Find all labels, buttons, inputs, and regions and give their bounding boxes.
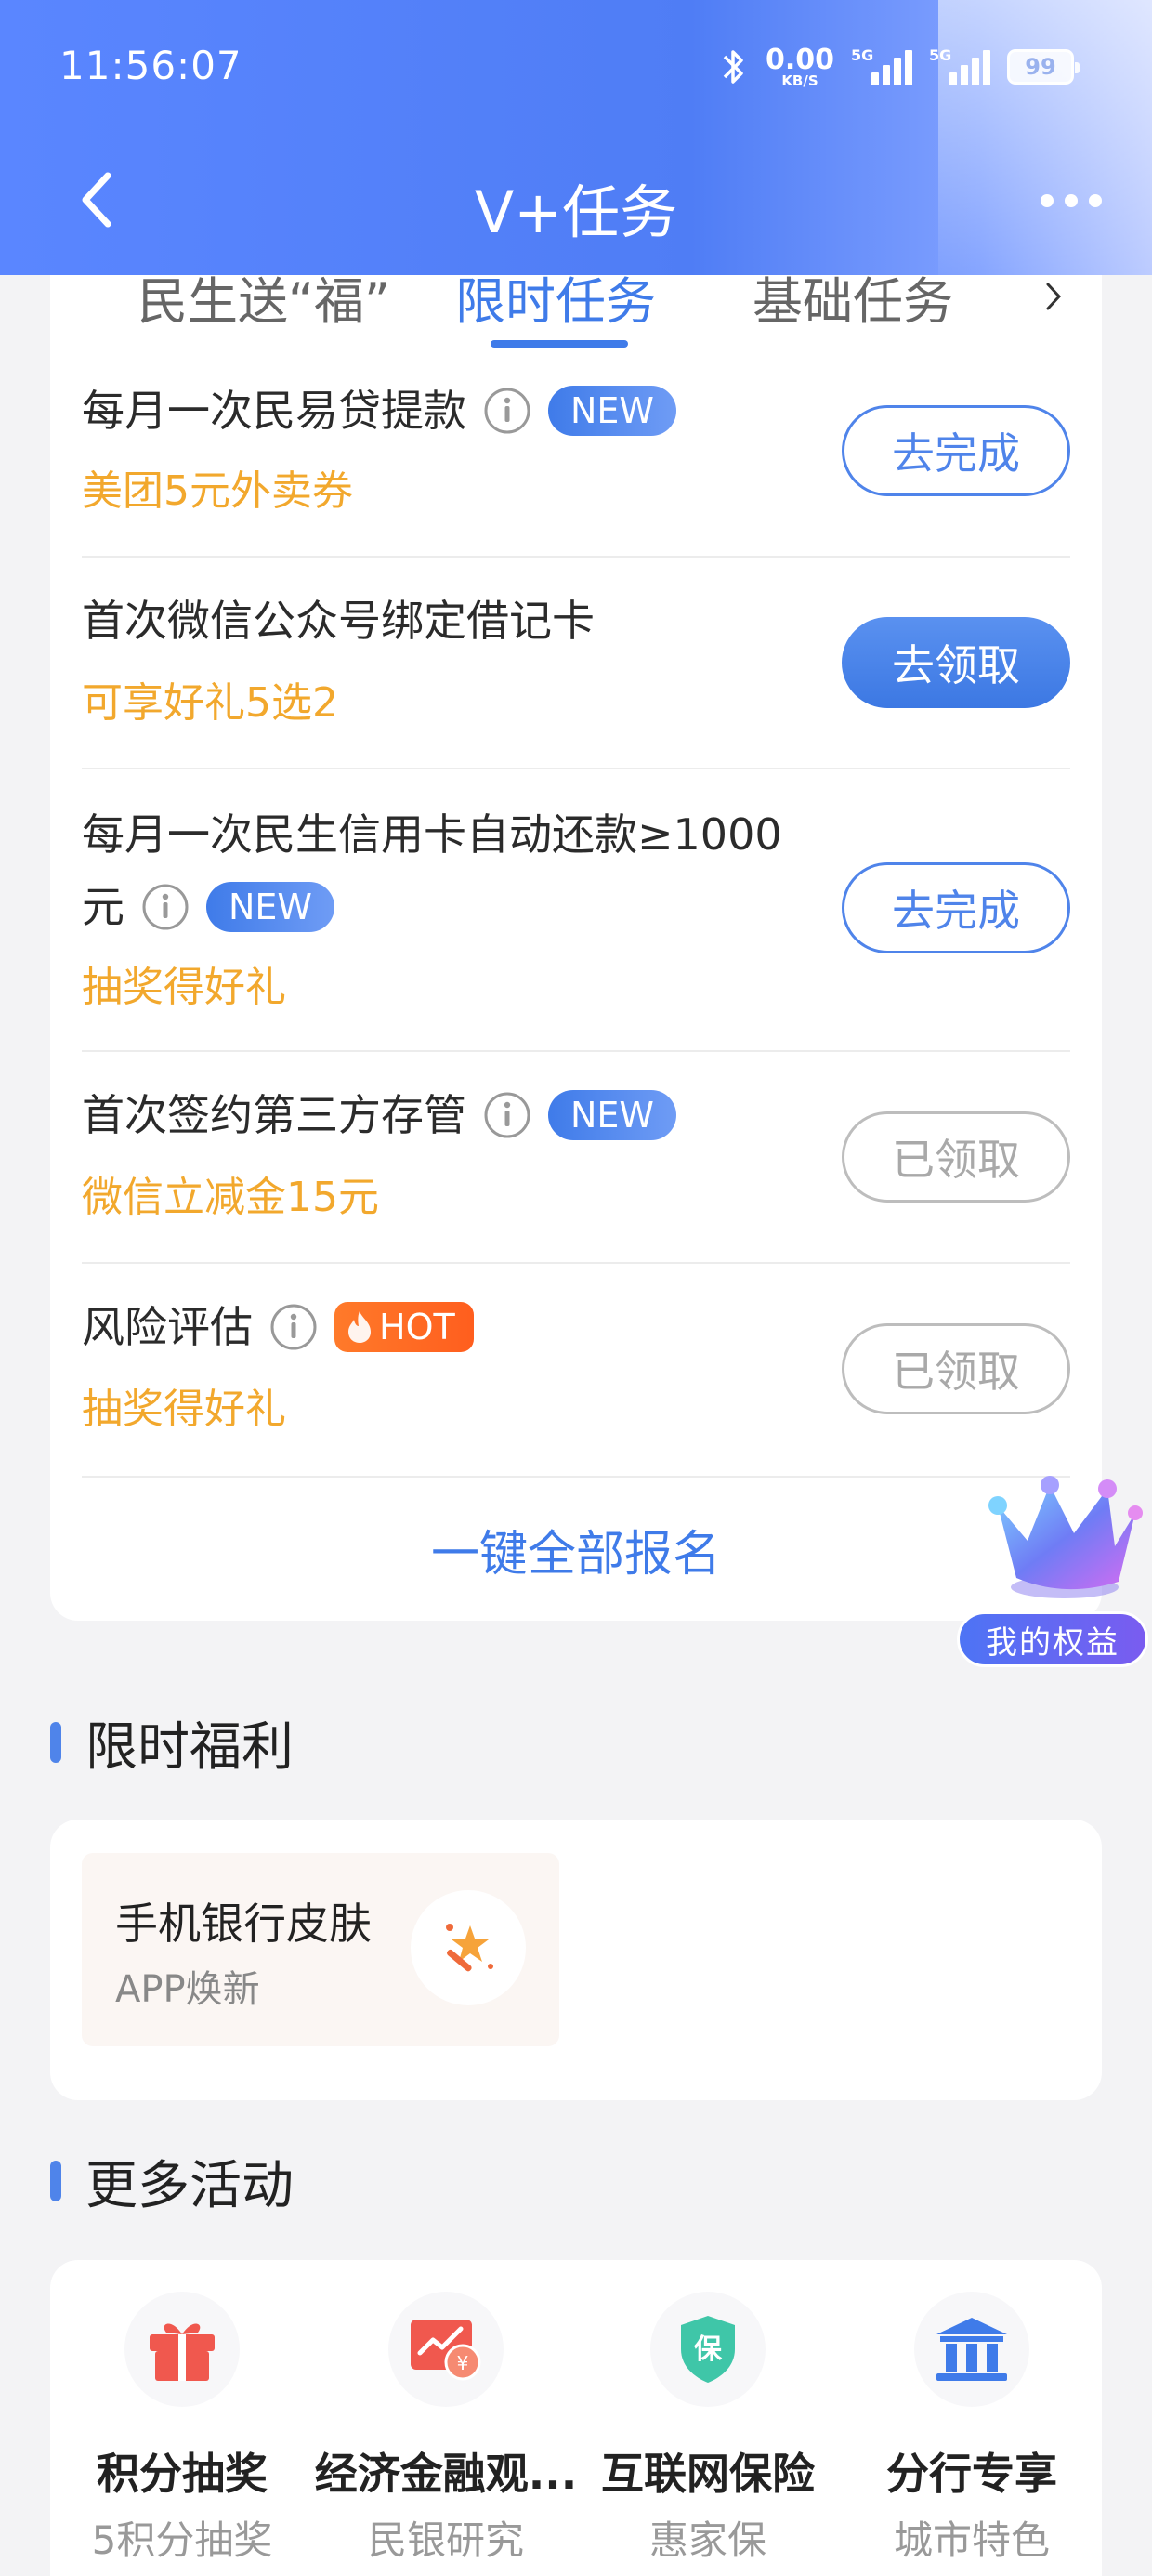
gift-icon xyxy=(124,2292,240,2407)
status-icons: 0.00 KB/S 5G 5G 99 xyxy=(717,39,1080,95)
activities-section-header: 更多活动 xyxy=(50,2149,294,2216)
bluetooth-icon xyxy=(723,50,743,84)
task-title: 风险评估 HOT xyxy=(82,1292,825,1362)
activity-branch-exclusive[interactable]: 分行专享 城市特色 xyxy=(840,2292,1104,2566)
signal-icon: 5G xyxy=(929,45,990,89)
new-badge: NEW xyxy=(206,882,335,932)
active-tab-indicator xyxy=(491,340,628,348)
task-row: 每月一次民易贷提款 NEW 美团5元外卖券 去完成 xyxy=(82,368,1070,558)
task-reward: 美团5元外卖券 xyxy=(82,467,353,515)
shield-icon: 保 xyxy=(650,2292,766,2407)
welfare-item-title: 手机银行皮肤 xyxy=(115,1899,372,1949)
activity-points-lottery[interactable]: 积分抽奖 5积分抽奖 xyxy=(50,2292,314,2566)
task-action-button[interactable]: 去完成 xyxy=(842,405,1070,496)
section-accent-bar xyxy=(50,1722,61,1763)
info-icon[interactable] xyxy=(483,387,531,435)
activity-economic-finance[interactable]: ¥ 经济金融观... 民银研究 xyxy=(314,2292,578,2566)
divider xyxy=(82,1476,1070,1478)
tabs-scroll-right-button[interactable] xyxy=(1035,273,1072,320)
task-title-continued: 元 NEW xyxy=(82,872,825,942)
crown-icon xyxy=(988,1476,1143,1598)
status-time: 11:56:07 xyxy=(59,43,242,88)
info-icon[interactable] xyxy=(483,1091,531,1139)
task-action-button[interactable]: 去领取 xyxy=(842,617,1070,708)
battery-icon: 99 xyxy=(1007,49,1080,85)
svg-text:保: 保 xyxy=(694,2333,723,2366)
new-badge: NEW xyxy=(548,386,677,436)
page-title: V+任务 xyxy=(474,178,678,246)
info-icon[interactable] xyxy=(141,883,190,931)
flame-icon xyxy=(348,1311,371,1343)
task-action-button[interactable]: 已领取 xyxy=(842,1323,1070,1414)
network-speed: 0.00 KB/S xyxy=(765,43,834,89)
activity-subtitle: 民银研究 xyxy=(367,2517,524,2563)
info-icon[interactable] xyxy=(269,1303,318,1351)
activity-internet-insurance[interactable]: 保 互联网保险 惠家保 xyxy=(576,2292,840,2566)
task-title: 每月一次民易贷提款 NEW xyxy=(82,375,825,446)
activity-title: 积分抽奖 xyxy=(97,2449,268,2499)
welfare-section-header: 限时福利 xyxy=(50,1710,294,1778)
welfare-item-subtitle: APP焕新 xyxy=(115,1968,260,2011)
dot-icon xyxy=(1089,194,1102,207)
task-row: 首次微信公众号绑定借记卡 可享好礼5选2 去领取 xyxy=(82,558,1070,769)
section-title: 限时福利 xyxy=(85,1716,294,1778)
section-accent-bar xyxy=(50,2161,61,2201)
my-rights-label: 我的权益 xyxy=(957,1611,1148,1667)
task-title: 每月一次民生信用卡自动还款≥1000 xyxy=(82,809,782,860)
task-row: 每月一次民生信用卡自动还款≥1000 元 NEW 抽奖得好礼 去完成 xyxy=(82,769,1070,1052)
activity-title: 互联网保险 xyxy=(601,2449,815,2499)
dot-icon xyxy=(1065,194,1078,207)
task-reward: 抽奖得好礼 xyxy=(82,1386,286,1433)
enroll-all-button[interactable]: 一键全部报名 xyxy=(50,1515,1102,1584)
chart-icon: ¥ xyxy=(388,2292,504,2407)
svg-text:¥: ¥ xyxy=(457,2352,469,2374)
task-reward: 抽奖得好礼 xyxy=(82,964,286,1011)
activity-subtitle: 5积分抽奖 xyxy=(91,2517,273,2563)
task-action-button[interactable]: 去完成 xyxy=(842,862,1070,953)
task-row: 首次签约第三方存管 NEW 微信立减金15元 已领取 xyxy=(82,1052,1070,1264)
hot-badge: HOT xyxy=(334,1302,474,1352)
my-rights-floating-button[interactable]: 我的权益 xyxy=(957,1468,1152,1673)
signal-icon: 5G xyxy=(851,45,912,89)
bank-icon xyxy=(914,2292,1029,2407)
dot-icon xyxy=(1041,194,1054,207)
activity-subtitle: 惠家保 xyxy=(648,2517,766,2563)
section-title: 更多活动 xyxy=(85,2155,294,2216)
task-title: 首次微信公众号绑定借记卡 xyxy=(82,596,595,646)
top-header: 11:56:07 0.00 KB/S 5G 5G 99 V+任务 xyxy=(0,0,1152,275)
task-reward: 可享好礼5选2 xyxy=(82,679,338,727)
magic-wand-icon xyxy=(411,1890,526,2005)
task-reward: 微信立减金15元 xyxy=(82,1174,379,1221)
chevron-right-icon xyxy=(1046,283,1062,310)
new-badge: NEW xyxy=(548,1090,677,1140)
task-row: 风险评估 HOT 抽奖得好礼 已领取 xyxy=(82,1264,1070,1478)
welfare-item-skin[interactable]: 手机银行皮肤 APP焕新 xyxy=(82,1853,559,2046)
more-options-button[interactable] xyxy=(1029,182,1113,219)
task-action-button[interactable]: 已领取 xyxy=(842,1111,1070,1203)
activity-subtitle: 城市特色 xyxy=(893,2517,1050,2563)
activity-title: 分行专享 xyxy=(886,2449,1057,2499)
task-title: 首次签约第三方存管 NEW xyxy=(82,1080,825,1150)
activity-title: 经济金融观... xyxy=(314,2449,578,2499)
